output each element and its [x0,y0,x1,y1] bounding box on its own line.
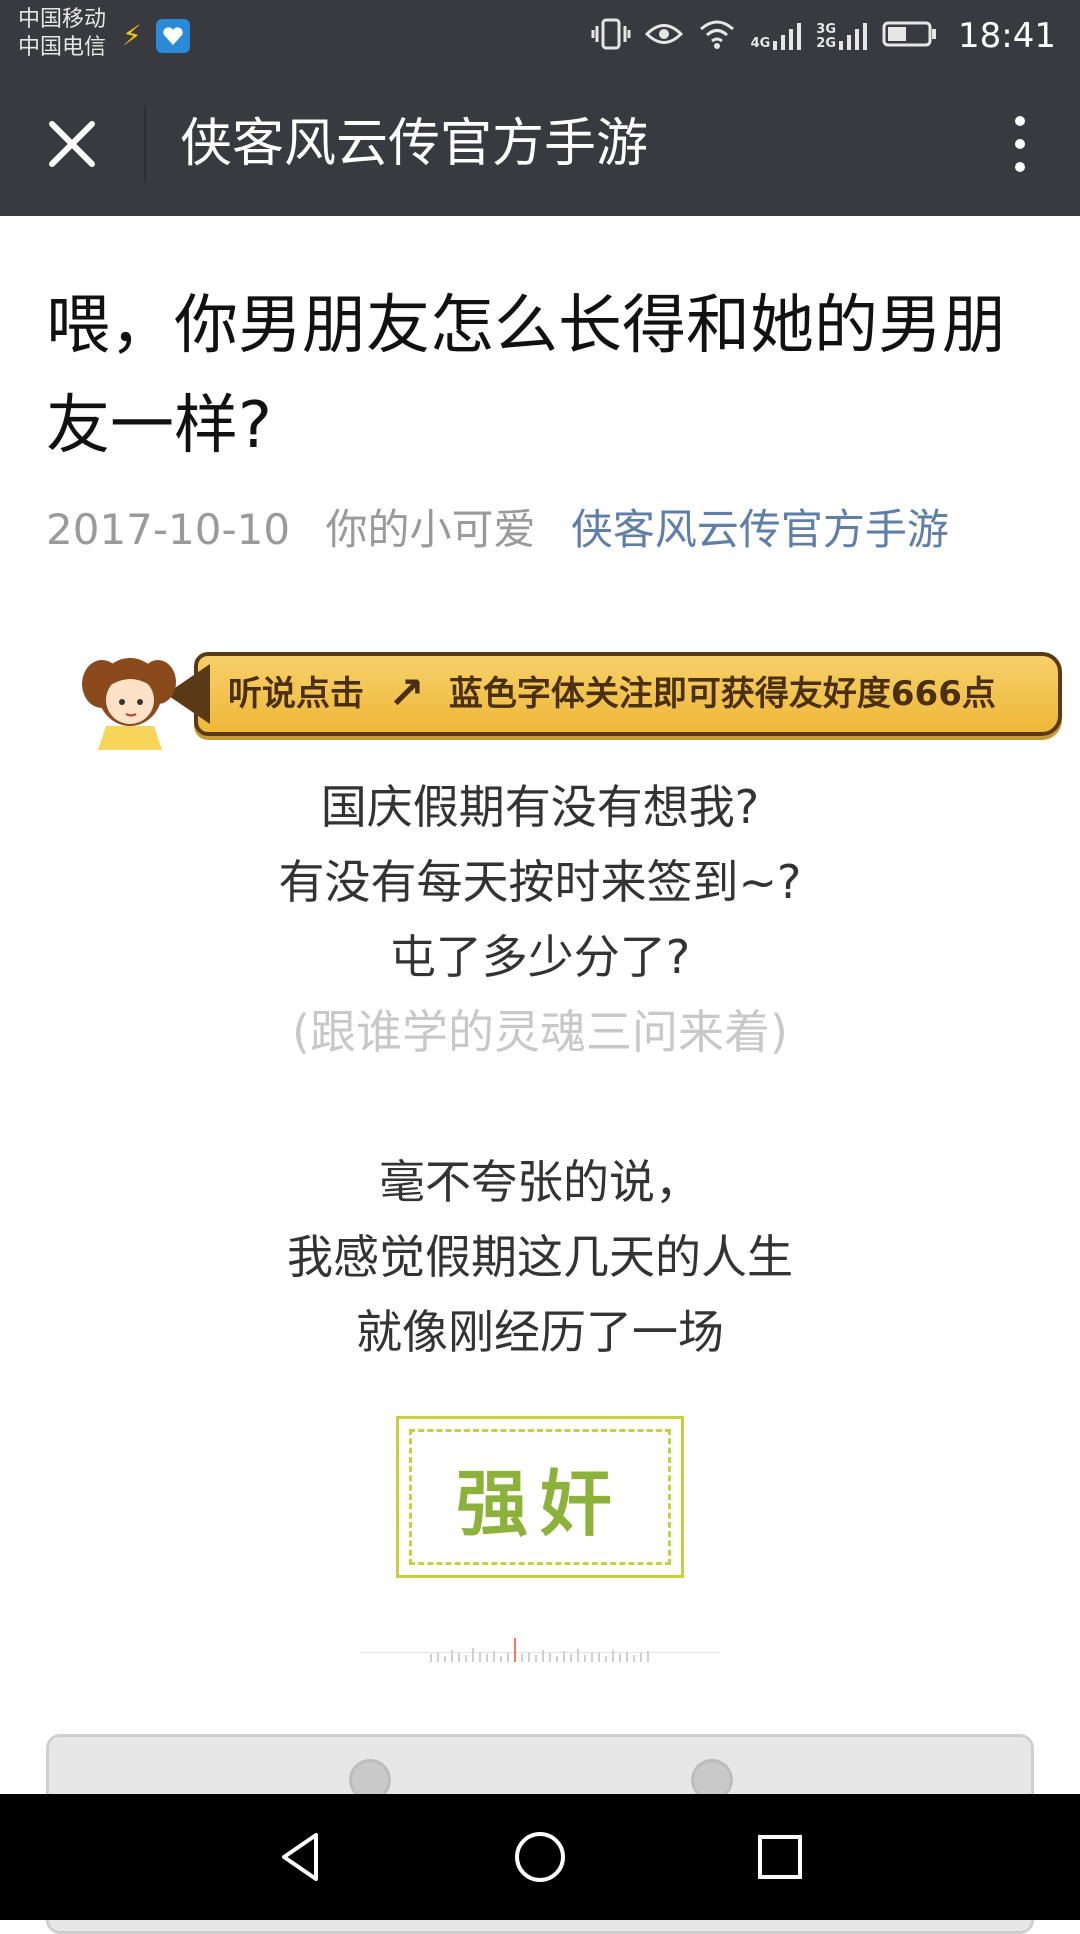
tick-mark [563,1651,565,1662]
tick-mark [528,1652,530,1662]
tick-mark [486,1654,488,1662]
network-4g-label: 4G [750,36,771,51]
article-meta: 2017-10-10 你的小可爱 侠客风云传官方手游 [46,500,1046,560]
more-options-button[interactable] [1000,112,1040,176]
carrier-1: 中国移动 [18,7,107,32]
cartoon-girl-icon [82,658,176,750]
home-circle-icon [515,1832,565,1882]
account-link[interactable]: 侠客风云传官方手游 [571,505,949,554]
tick-mark [626,1652,628,1662]
vibrate-icon [591,17,631,55]
nav-divider [144,106,146,182]
recents-button[interactable] [750,1827,810,1887]
tick-mark [507,1653,509,1662]
banner-scroll: 听说点击 ↗ 蓝色字体关注即可获得友好度666点 [194,652,1062,736]
tick-mark [598,1653,600,1662]
battery-icon [882,20,938,52]
paragraph-2: 毫不夸张的说， 我感觉假期这几天的人生 就像刚经历了一场 [0,1145,1080,1370]
text-line: 毫不夸张的说， [379,1155,701,1209]
highlight-stamp: 强奸 [396,1416,684,1578]
tick-mark [535,1655,537,1662]
eye-comfort-icon [644,21,683,51]
tick-mark [465,1655,467,1662]
tick-mark [444,1656,446,1662]
tick-mark [556,1656,558,1662]
close-button[interactable] [36,108,108,180]
tick-mark [633,1655,635,1662]
tick-mark [640,1653,642,1662]
home-button[interactable] [510,1827,570,1887]
arrow-up-right-icon: ↗ [388,668,425,719]
clock-time: 18:41 [958,16,1056,56]
text-line: 有没有每天按时来签到~? [278,855,802,909]
tick-mark [500,1656,502,1662]
text-line: 屯了多少分了? [389,930,691,984]
text-line: 国庆假期有没有想我? [320,780,760,834]
health-app-icon [155,19,190,53]
article-date: 2017-10-10 [46,505,291,554]
banner-text-left: 听说点击 [228,674,364,714]
tick-mark [570,1654,572,1662]
tick-mark [612,1650,614,1662]
tick-mark [479,1652,481,1662]
charging-bolt-icon: ⚡ [122,19,142,52]
tick-mark [430,1654,432,1662]
signal-3g-icon: 3G 2G [816,21,868,51]
recents-square-icon [758,1835,802,1879]
tick-mark [451,1650,453,1662]
back-triangle-icon [282,1833,318,1881]
carrier-labels: 中国移动 中国电信 [18,6,106,62]
aside-text: (跟谁学的灵魂三问来着) [292,1005,788,1059]
stamp-text: 强奸 [409,1429,671,1565]
wifi-icon [697,17,737,55]
system-navigation-bar [0,1794,1080,1920]
text-line: 就像刚经历了一场 [356,1305,724,1359]
tick-mark [577,1649,579,1662]
tick-mark [619,1654,621,1662]
tick-mark [458,1653,460,1662]
signal-4g-icon: 4G [751,21,803,51]
close-icon [49,121,95,167]
status-bar: 中国移动 中国电信 ⚡ 4G 3G 2G 18:41 [0,0,1080,72]
tick-mark [542,1650,544,1662]
carrier-2: 中国电信 [18,35,107,60]
tick-mark [584,1655,586,1662]
tick-mark [472,1648,474,1662]
tick-mark [549,1653,551,1662]
tick-mark [521,1654,523,1662]
tick-mark [437,1652,439,1662]
tick-mark [514,1638,516,1662]
tick-mark [591,1652,593,1662]
article-author: 你的小可爱 [325,505,536,554]
text-line: 我感觉假期这几天的人生 [287,1230,793,1284]
network-3g-label: 3G [816,22,837,37]
back-button[interactable] [270,1827,330,1887]
decorative-ticks [360,1636,720,1668]
tick-mark [647,1651,649,1662]
more-vertical-icon [1015,116,1025,126]
banner-text-right: 蓝色字体关注即可获得友好度666点 [448,674,996,714]
title-bar: 侠客风云传官方手游 [0,72,1080,216]
article-title: 喂，你男朋友怎么长得和她的男朋友一样? [46,289,1006,463]
network-2g-label: 2G [816,36,837,51]
nav-title: 侠客风云传官方手游 [180,114,649,174]
tick-mark [605,1656,607,1662]
paragraph-1: 国庆假期有没有想我? 有没有每天按时来签到~? 屯了多少分了? (跟谁学的灵魂三… [0,770,1080,1070]
follow-banner: 听说点击 ↗ 蓝色字体关注即可获得友好度666点 [66,640,1062,752]
tick-mark [493,1651,495,1662]
